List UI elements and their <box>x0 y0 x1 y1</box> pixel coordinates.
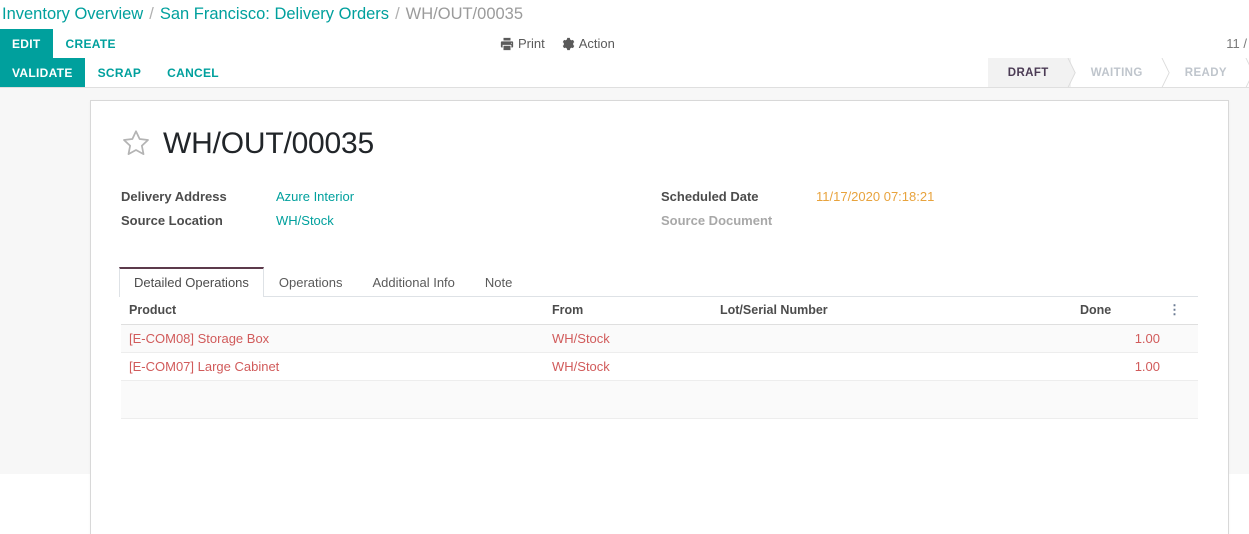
validate-button[interactable]: VALIDATE <box>0 58 85 87</box>
action-label: Action <box>578 36 615 51</box>
field-source-document: Source Document <box>661 213 934 237</box>
form-action-bar: VALIDATE SCRAP CANCEL DRAFT WAITING READ… <box>0 58 1249 88</box>
form-fields: Delivery Address Azure Interior Source L… <box>121 189 1198 237</box>
cell-product[interactable]: [E-COM07] Large Cabinet <box>121 352 548 381</box>
status-step-waiting[interactable]: WAITING <box>1070 58 1165 87</box>
field-delivery-address: Delivery Address Azure Interior <box>121 189 661 213</box>
tab-additional-info[interactable]: Additional Info <box>358 267 470 297</box>
pager[interactable]: 11 / <box>1226 29 1249 58</box>
field-scheduled-date: Scheduled Date 11/17/2020 07:18:21 <box>661 189 934 213</box>
cell-empty <box>1164 380 1198 419</box>
action-menu[interactable]: Action <box>561 36 615 51</box>
form-view-body: WH/OUT/00035 Delivery Address Azure Inte… <box>0 88 1249 534</box>
column-header-product[interactable]: Product <box>121 297 548 325</box>
breadcrumb: Inventory Overview / San Francisco: Deli… <box>0 0 1249 29</box>
gear-icon <box>561 37 575 51</box>
status-bar: DRAFT WAITING READY <box>987 58 1249 87</box>
notebook-tabs: Detailed Operations Operations Additiona… <box>119 267 1198 297</box>
print-menu[interactable]: Print <box>500 36 545 51</box>
edit-button[interactable]: EDIT <box>0 29 53 58</box>
cell-empty <box>548 380 716 419</box>
control-panel: EDIT CREATE Print Action 11 / <box>0 29 1249 58</box>
form-fields-right-column: Scheduled Date 11/17/2020 07:18:21 Sourc… <box>661 189 934 237</box>
table-row[interactable]: [E-COM07] Large Cabinet WH/Stock 1.00 <box>121 352 1198 381</box>
breadcrumb-item-inventory-overview[interactable]: Inventory Overview <box>2 5 143 24</box>
tab-operations[interactable]: Operations <box>264 267 358 297</box>
column-header-lot-serial-number[interactable]: Lot/Serial Number <box>716 297 1076 325</box>
field-label-scheduled-date: Scheduled Date <box>661 189 759 204</box>
breadcrumb-item-delivery-orders[interactable]: San Francisco: Delivery Orders <box>160 5 389 24</box>
field-label-source-location: Source Location <box>121 213 223 228</box>
table-empty-row <box>121 380 1198 419</box>
field-label-delivery-address: Delivery Address <box>121 189 227 204</box>
column-header-from[interactable]: From <box>548 297 716 325</box>
column-header-done[interactable]: Done <box>1076 297 1164 325</box>
cell-from[interactable]: WH/Stock <box>548 324 716 353</box>
create-button[interactable]: CREATE <box>53 29 129 58</box>
status-step-draft[interactable]: DRAFT <box>987 58 1071 87</box>
control-panel-actions: Print Action <box>500 29 615 58</box>
form-fields-left-column: Delivery Address Azure Interior Source L… <box>121 189 661 237</box>
cell-row-options <box>1164 352 1198 381</box>
vertical-dots-icon: ⋮ <box>1168 302 1181 317</box>
page-title: WH/OUT/00035 <box>163 127 374 160</box>
cell-lot-serial-number[interactable] <box>716 352 1076 381</box>
table-row[interactable]: [E-COM08] Storage Box WH/Stock 1.00 <box>121 324 1198 353</box>
optional-columns-toggle[interactable]: ⋮ <box>1164 297 1198 325</box>
breadcrumb-item-current-record: WH/OUT/00035 <box>405 5 524 23</box>
cell-done[interactable]: 1.00 <box>1076 324 1164 353</box>
detailed-operations-table: Product From Lot/Serial Number Done ⋮ [E… <box>121 297 1198 419</box>
status-step-ready[interactable]: READY <box>1164 58 1249 87</box>
field-source-location: Source Location WH/Stock <box>121 213 661 237</box>
table-body: [E-COM08] Storage Box WH/Stock 1.00 [E-C… <box>121 324 1198 419</box>
field-value-scheduled-date[interactable]: 11/17/2020 07:18:21 <box>816 189 934 204</box>
tab-note[interactable]: Note <box>470 267 527 297</box>
printer-icon <box>500 37 514 51</box>
cell-done[interactable]: 1.00 <box>1076 352 1164 381</box>
scrap-button[interactable]: SCRAP <box>85 58 155 87</box>
cell-empty <box>1076 380 1164 419</box>
star-outline-icon[interactable] <box>121 128 151 161</box>
record-title-row: WH/OUT/00035 <box>121 127 1198 161</box>
cancel-button[interactable]: CANCEL <box>154 58 232 87</box>
field-label-source-document: Source Document <box>661 213 773 228</box>
cell-empty <box>716 380 1076 419</box>
field-value-delivery-address[interactable]: Azure Interior <box>276 189 354 204</box>
cell-from[interactable]: WH/Stock <box>548 352 716 381</box>
field-value-source-location[interactable]: WH/Stock <box>276 213 334 228</box>
form-sheet: WH/OUT/00035 Delivery Address Azure Inte… <box>90 100 1229 534</box>
cell-empty <box>121 380 548 419</box>
cell-row-options <box>1164 324 1198 353</box>
tab-detailed-operations[interactable]: Detailed Operations <box>119 267 264 297</box>
table-header-row: Product From Lot/Serial Number Done ⋮ <box>121 297 1198 325</box>
breadcrumb-separator: / <box>149 5 154 23</box>
print-label: Print <box>518 36 545 51</box>
cell-lot-serial-number[interactable] <box>716 324 1076 353</box>
cell-product[interactable]: [E-COM08] Storage Box <box>121 324 548 353</box>
breadcrumb-separator: / <box>395 5 400 23</box>
